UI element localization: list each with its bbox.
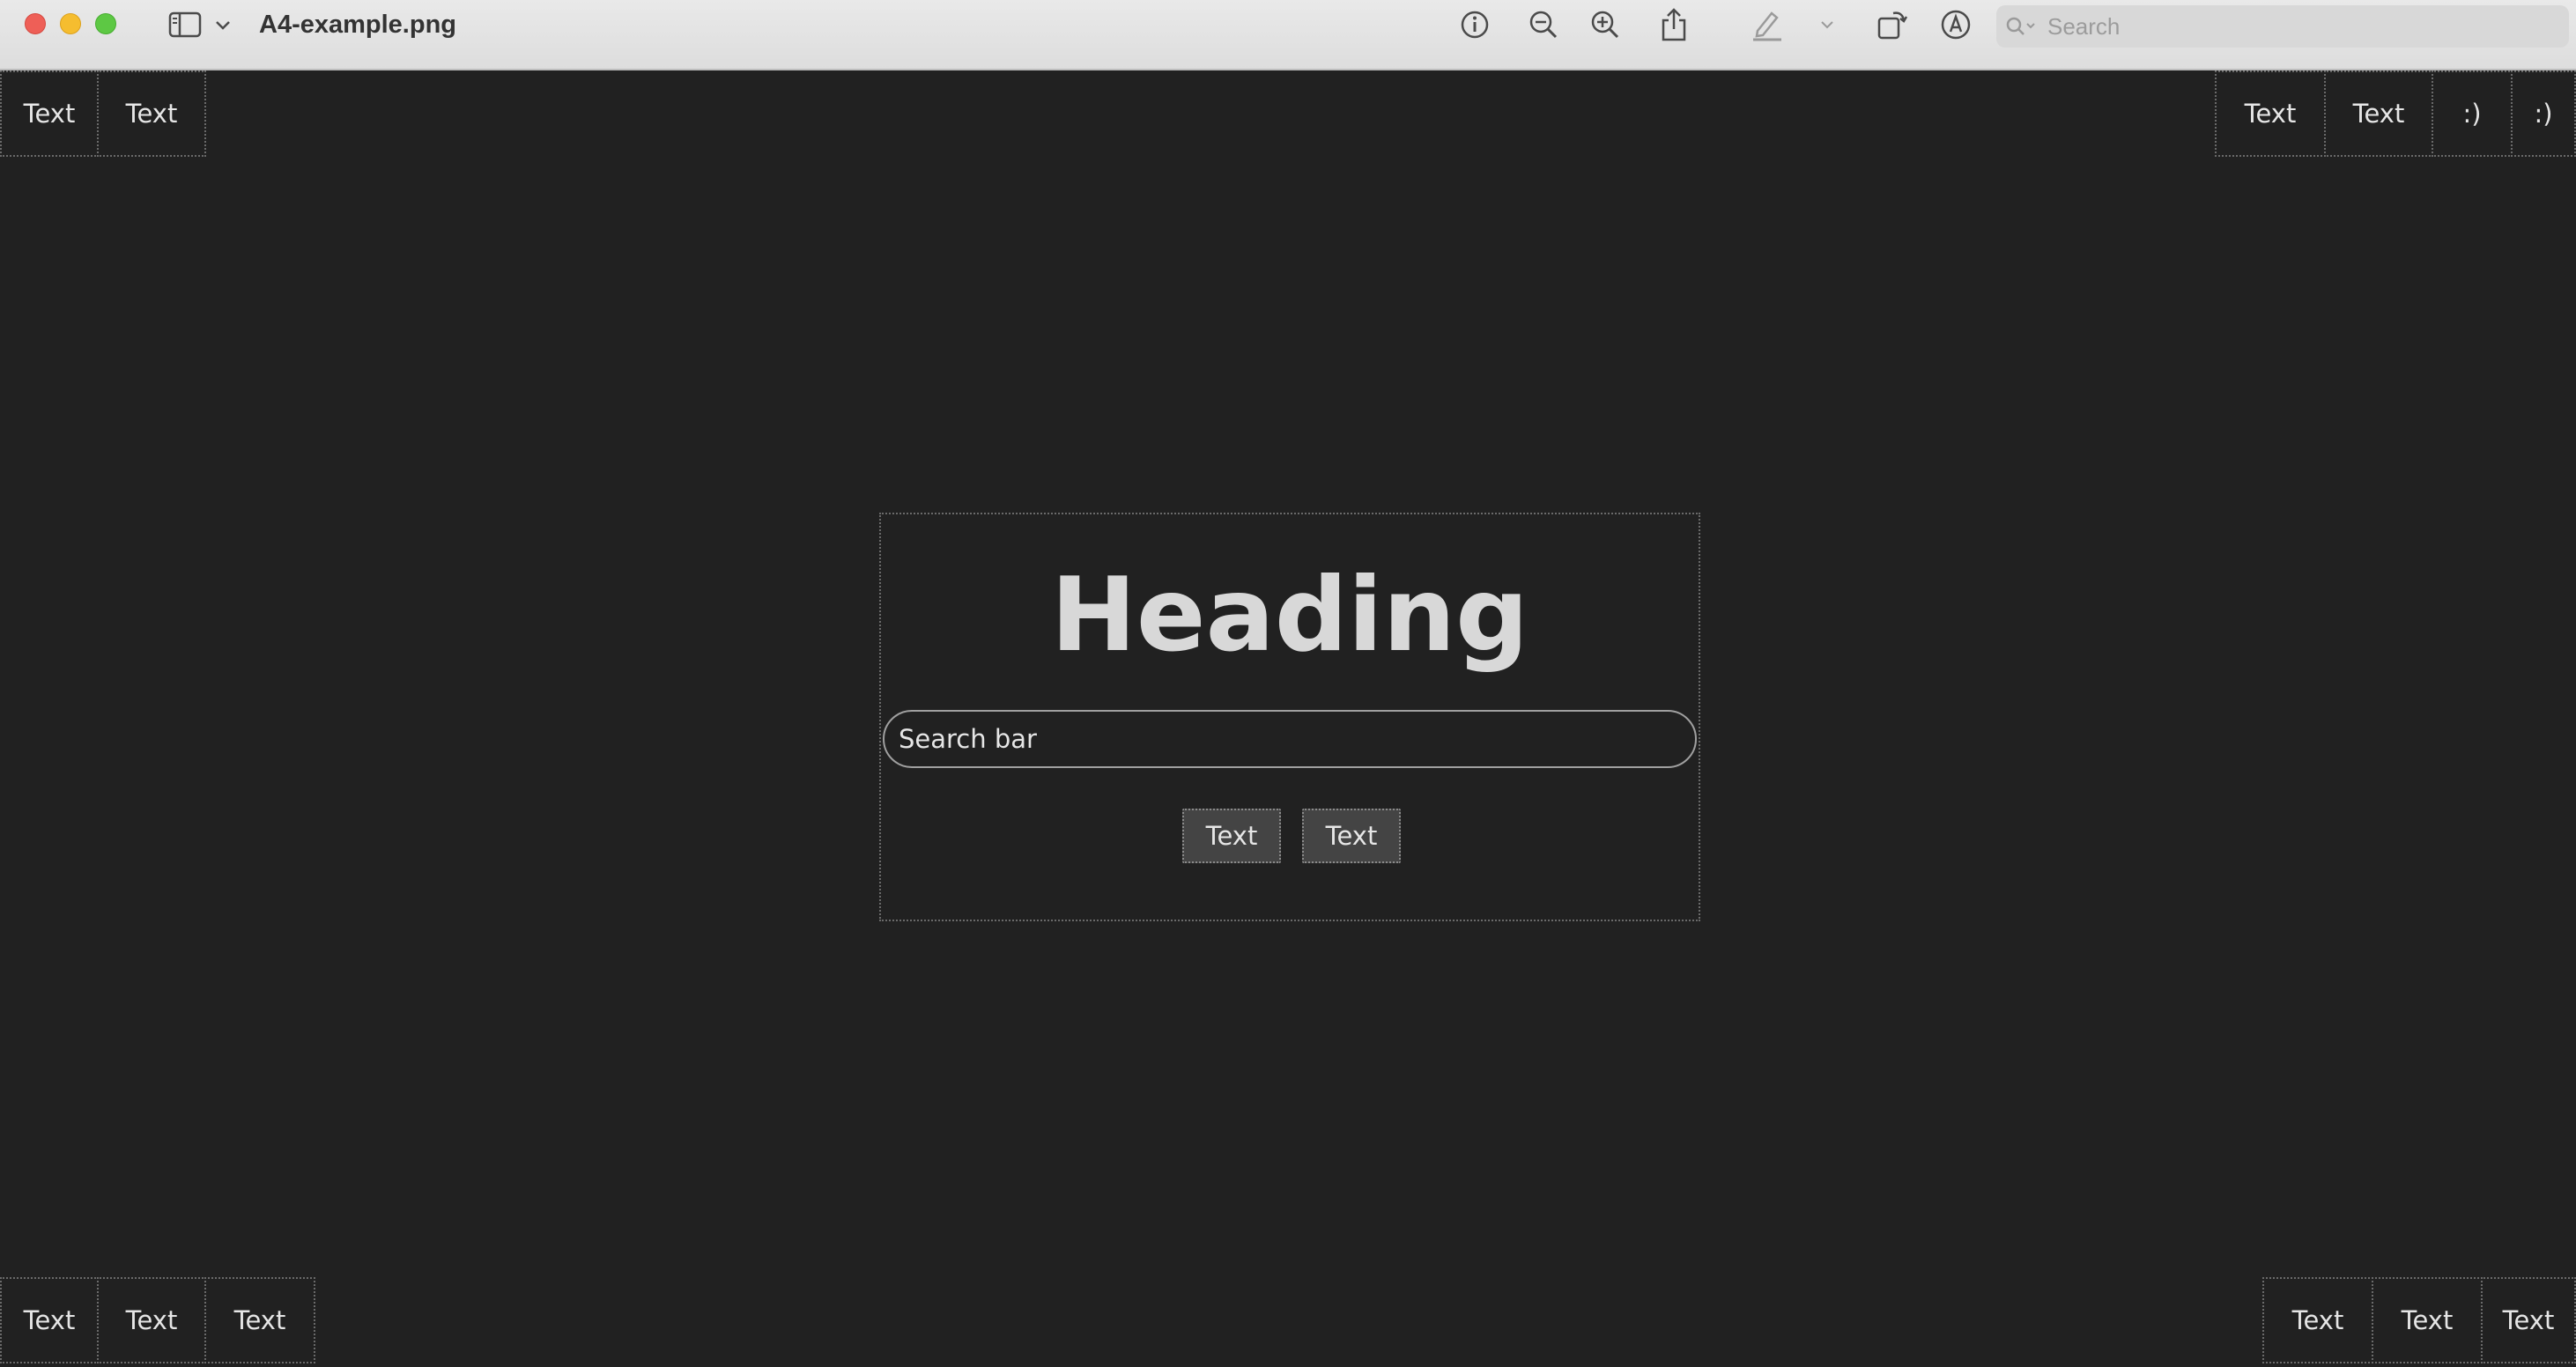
bottom-right-cell: Text [2481, 1277, 2576, 1363]
sidebar-icon[interactable] [166, 7, 204, 42]
chevron-down-icon[interactable] [1818, 7, 1836, 42]
window-titlebar: A4-example.png [0, 0, 2576, 70]
search-input[interactable] [883, 710, 1697, 768]
rotate-icon[interactable] [1873, 7, 1912, 42]
toolbar-search[interactable] [1996, 5, 2569, 48]
info-icon[interactable] [1455, 7, 1494, 42]
secondary-button[interactable]: Text [1302, 809, 1401, 863]
bottom-right-cell: Text [2262, 1277, 2373, 1363]
top-right-cell: :) [2511, 70, 2576, 157]
minimize-window-button[interactable] [60, 13, 81, 34]
markup-icon[interactable] [1936, 7, 1975, 42]
top-right-cell: Text [2215, 70, 2326, 157]
top-left-cell: Text [0, 70, 99, 157]
top-left-cell: Text [97, 70, 206, 157]
bottom-left-cell: Text [97, 1277, 206, 1363]
bottom-left-cell: Text [204, 1277, 315, 1363]
document-page: Text Text Text Text :) :) Heading Text T… [0, 70, 2576, 1367]
close-window-button[interactable] [25, 13, 46, 34]
chevron-down-icon[interactable] [211, 7, 234, 42]
document-title: A4-example.png [259, 11, 456, 39]
search-icon [2005, 16, 2039, 37]
toolbar-search-input[interactable] [2046, 11, 2543, 41]
center-card: Heading Text Text [879, 513, 1700, 921]
share-icon[interactable] [1654, 7, 1693, 42]
bottom-right-cell: Text [2372, 1277, 2483, 1363]
zoom-in-icon[interactable] [1586, 7, 1625, 42]
page-heading: Heading [1050, 556, 1529, 675]
zoom-window-button[interactable] [95, 13, 116, 34]
bottom-left-cell: Text [0, 1277, 99, 1363]
highlight-pen-icon[interactable] [1748, 7, 1787, 42]
primary-button[interactable]: Text [1182, 809, 1281, 863]
zoom-out-icon[interactable] [1524, 7, 1563, 42]
top-right-cell: :) [2432, 70, 2513, 157]
top-right-cell: Text [2324, 70, 2433, 157]
